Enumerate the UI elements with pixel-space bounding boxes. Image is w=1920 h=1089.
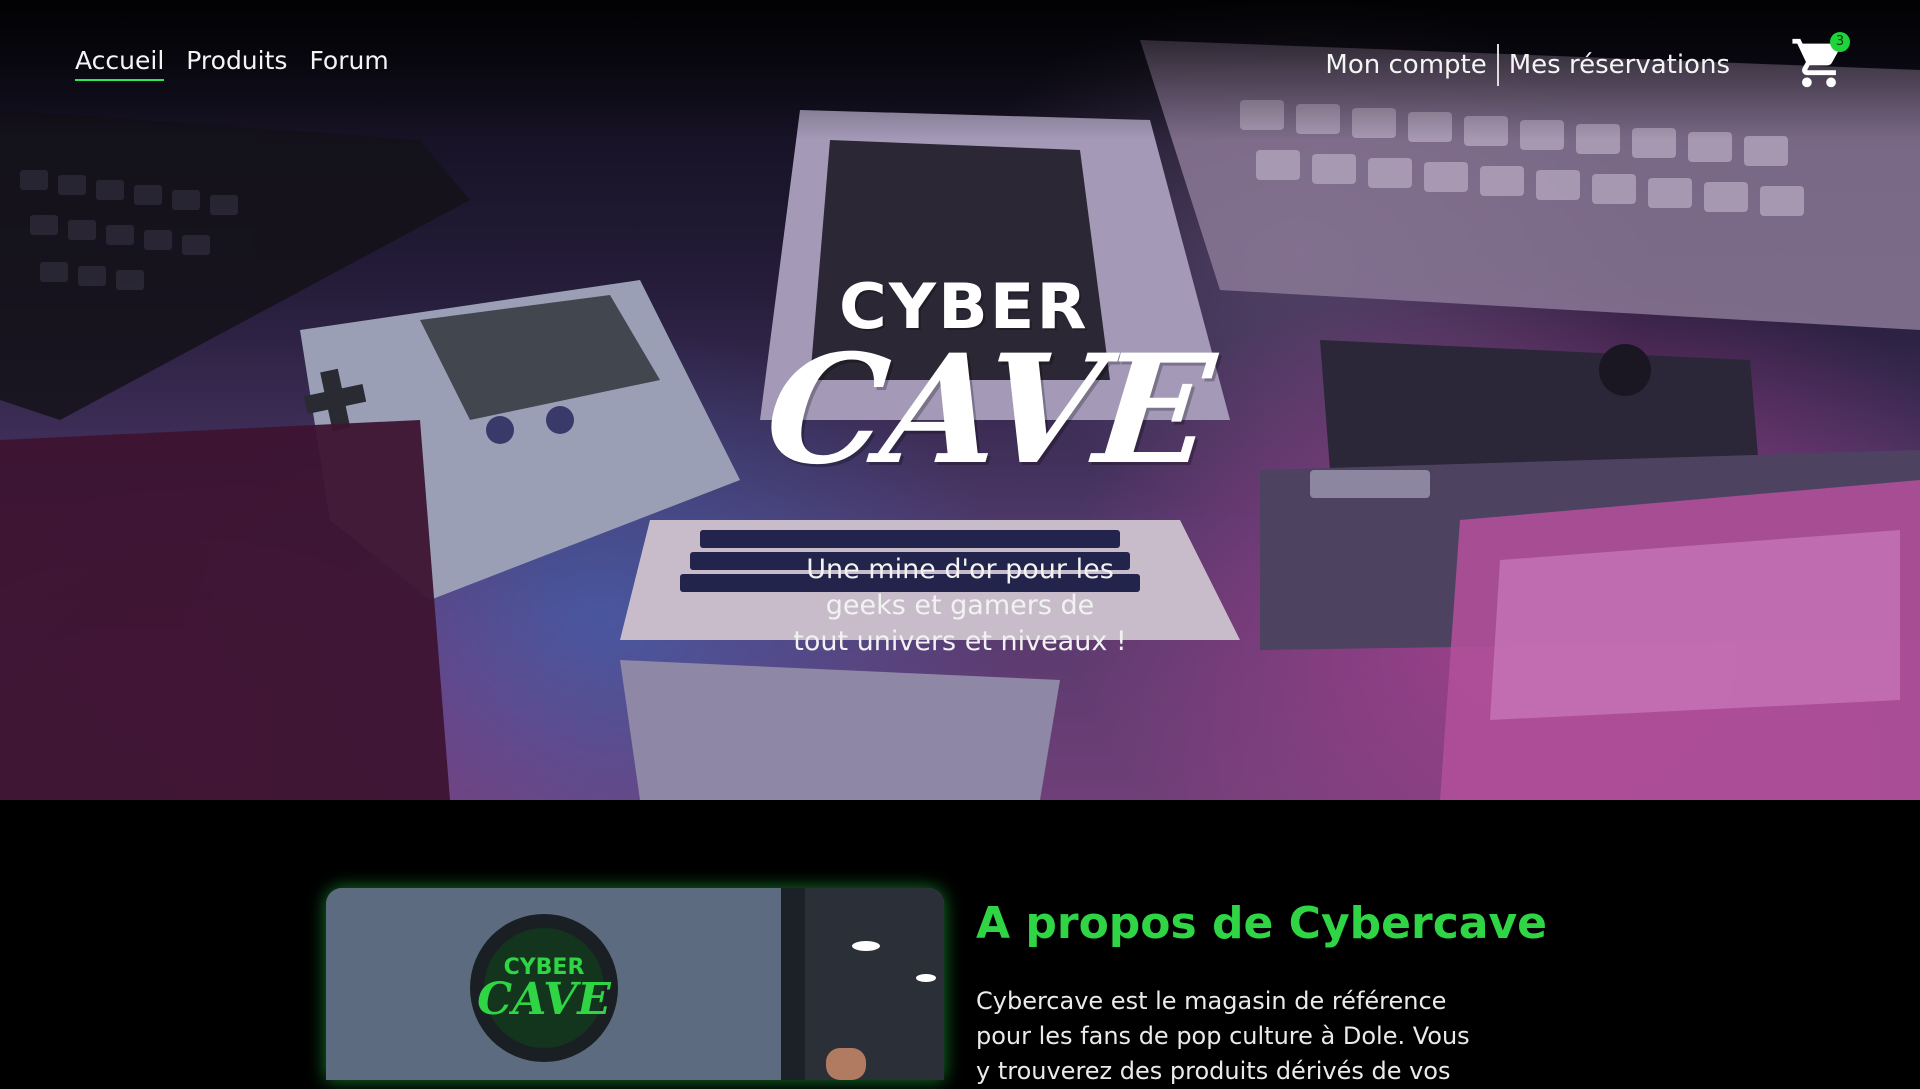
about-text-line: pour les fans de pop culture à Dole. Vou… xyxy=(976,1022,1470,1050)
game-box-shape xyxy=(1440,480,1920,800)
tagline-line: tout univers et niveaux ! xyxy=(793,626,1127,657)
cybercave-logo: CYBER CAVE xyxy=(759,270,1217,520)
logo-cave-text: CAVE xyxy=(758,322,1217,498)
storefront-photo: CYBER CAVE xyxy=(326,888,944,1080)
cart-count-badge: 3 xyxy=(1830,32,1850,52)
primary-nav: Accueil Produits Forum xyxy=(75,46,389,81)
hero-tagline: Une mine d'or pour les geeks et gamers d… xyxy=(760,552,1160,660)
account-nav: Mon compte Mes réservations xyxy=(1315,44,1740,86)
my-reservations-link[interactable]: Mes réservations xyxy=(1499,50,1740,80)
storefront-illustration: CYBER CAVE xyxy=(326,888,944,1080)
tagline-line: geeks et gamers de xyxy=(825,590,1095,621)
nav-link-forum[interactable]: Forum xyxy=(309,46,388,81)
nav-link-accueil[interactable]: Accueil xyxy=(75,46,165,81)
my-account-link[interactable]: Mon compte xyxy=(1315,50,1496,80)
cart-button[interactable]: 3 xyxy=(1790,32,1850,92)
hero-banner: CYBER CAVE Une mine d'or pour les geeks … xyxy=(0,0,1920,800)
about-text-line: Cybercave est le magasin de référence xyxy=(976,987,1447,1015)
sign-cave-text: CAVE xyxy=(477,974,612,1025)
about-description: Cybercave est le magasin de référence po… xyxy=(976,984,1496,1089)
nav-link-produits[interactable]: Produits xyxy=(186,46,287,81)
about-title: A propos de Cybercave xyxy=(976,898,1547,949)
about-text-line: y trouverez des produits dérivés de vos xyxy=(976,1057,1451,1085)
tagline-line: Une mine d'or pour les xyxy=(806,554,1114,585)
top-navigation: Accueil Produits Forum Mon compte Mes ré… xyxy=(0,0,1920,120)
